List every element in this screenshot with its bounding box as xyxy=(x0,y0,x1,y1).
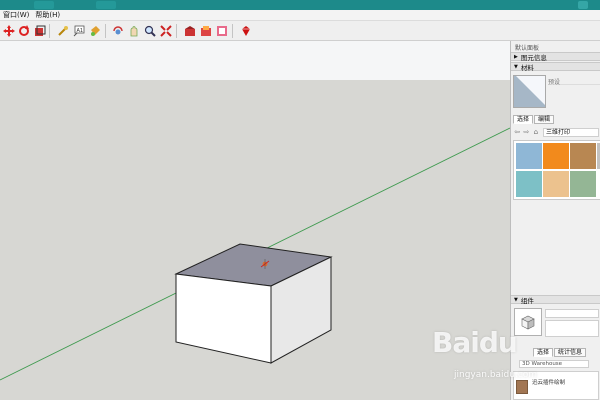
back-arrow-icon[interactable]: ⇦ xyxy=(513,128,521,137)
window-control-button[interactable] xyxy=(578,1,588,9)
components-tabs: 选择 统计信息 xyxy=(533,348,587,357)
text-icon[interactable]: A1 xyxy=(71,23,86,38)
share-icon[interactable] xyxy=(198,23,213,38)
ruby-icon[interactable] xyxy=(238,23,253,38)
entity-info-header[interactable]: ▶ 图元信息 xyxy=(511,52,600,62)
tab-components-stats[interactable]: 统计信息 xyxy=(554,348,587,357)
titlebar-tab xyxy=(34,1,54,9)
extension-icon[interactable] xyxy=(214,23,229,38)
materials-tabs: 选择 编辑 xyxy=(513,115,555,124)
material-swatch[interactable] xyxy=(570,143,596,169)
tab-components-select[interactable]: 选择 xyxy=(533,348,554,357)
materials-label: 材料 xyxy=(520,63,534,72)
window-titlebar xyxy=(0,0,600,10)
orbit-icon[interactable] xyxy=(110,23,125,38)
component-item-label[interactable]: 迅云插件绘制 xyxy=(532,378,565,386)
material-swatch[interactable] xyxy=(516,143,542,169)
toolbar-separator xyxy=(49,24,50,38)
main-toolbar: A1 xyxy=(0,21,600,41)
box-front-face[interactable] xyxy=(175,273,272,364)
toolbar-separator xyxy=(232,24,233,38)
material-preview-swatch xyxy=(514,76,545,107)
box-model[interactable] xyxy=(174,243,333,364)
material-swatch[interactable] xyxy=(543,171,569,197)
material-name-field[interactable]: 预设 xyxy=(548,77,600,86)
viewport-3d[interactable] xyxy=(0,41,510,400)
scale-icon[interactable] xyxy=(32,23,47,38)
rotate-icon[interactable] xyxy=(16,23,31,38)
forward-arrow-icon[interactable]: ⇨ xyxy=(522,128,530,137)
warehouse-search-input[interactable]: 3D Warehouse xyxy=(519,359,589,368)
component-description-field[interactable] xyxy=(545,320,599,337)
materials-nav-row: ⇦ ⇨ ⌂ 三维打印 xyxy=(513,127,599,137)
zoom-icon[interactable] xyxy=(142,23,157,38)
menubar: 窗口(W) 帮助(H) xyxy=(0,10,600,21)
material-swatch[interactable] xyxy=(516,171,542,197)
home-icon[interactable]: ⌂ xyxy=(532,128,540,137)
titlebar-tab xyxy=(96,1,116,9)
library-select[interactable]: 三维打印 xyxy=(542,127,599,137)
entity-info-label: 图元信息 xyxy=(520,53,547,62)
paint-icon[interactable] xyxy=(87,23,102,38)
material-swatch[interactable] xyxy=(570,171,596,197)
menu-help[interactable]: 帮助(H) xyxy=(32,10,63,21)
expand-triangle-icon: ▶ xyxy=(514,53,518,60)
zoom-extents-icon[interactable] xyxy=(158,23,173,38)
tape-icon[interactable] xyxy=(55,23,70,38)
component-preview xyxy=(514,308,542,336)
warehouse-icon[interactable] xyxy=(182,23,197,38)
menu-window[interactable]: 窗口(W) xyxy=(0,10,32,21)
materials-header[interactable]: ▼ 材料 xyxy=(511,62,600,72)
component-cube-icon xyxy=(521,315,535,330)
material-swatch[interactable] xyxy=(543,143,569,169)
pan-icon[interactable] xyxy=(126,23,141,38)
material-preview xyxy=(513,75,546,108)
collapse-triangle-icon: ▼ xyxy=(514,63,518,70)
default-tray: 默认面板 ▶ 图元信息 ▼ 材料 预设 选择 编辑 ⇦ ⇨ ⌂ 三维打印 ▼ 组… xyxy=(510,41,600,400)
component-thumbnail[interactable] xyxy=(516,380,528,394)
components-search-row: 3D Warehouse xyxy=(513,359,599,368)
tab-edit[interactable]: 编辑 xyxy=(534,115,555,124)
move-icon[interactable] xyxy=(1,23,16,38)
toolbar-separator xyxy=(105,24,106,38)
toolbar-separator xyxy=(176,24,177,38)
components-label: 组件 xyxy=(520,296,534,305)
components-header[interactable]: ▼ 组件 xyxy=(511,295,600,305)
component-name-field[interactable] xyxy=(545,309,599,318)
tab-select[interactable]: 选择 xyxy=(513,115,534,124)
collapse-triangle-icon: ▼ xyxy=(514,296,518,303)
svg-text:A1: A1 xyxy=(76,28,83,34)
component-list: 迅云插件绘制 xyxy=(513,371,599,400)
material-swatches xyxy=(513,140,600,200)
